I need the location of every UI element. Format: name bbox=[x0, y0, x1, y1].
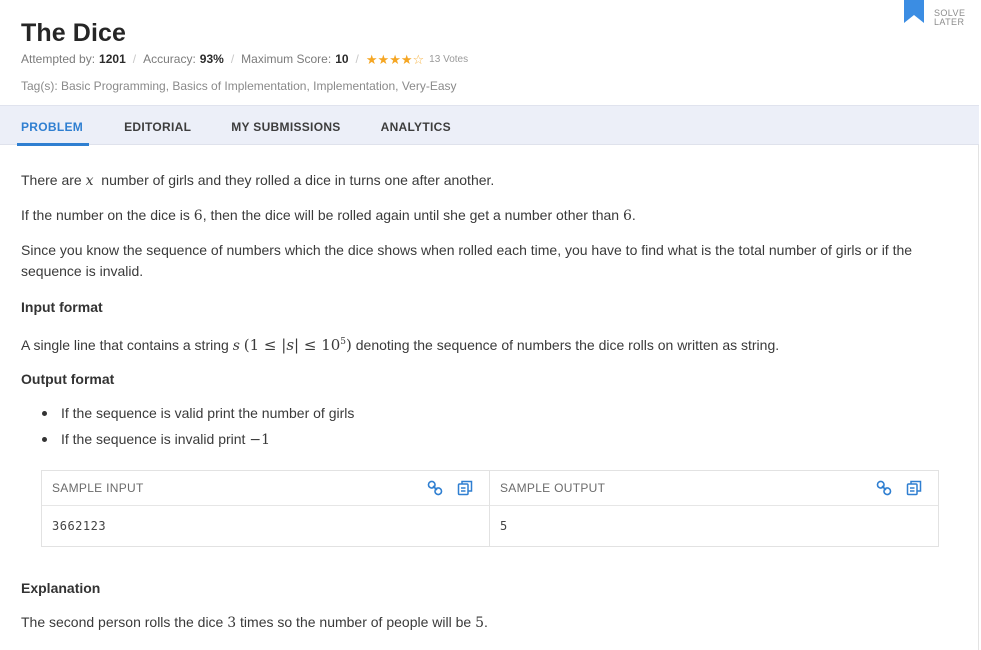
p2-math-num1: 6 bbox=[193, 208, 203, 224]
sample-header-row bbox=[42, 471, 938, 506]
tab-editorial[interactable]: EDITORIAL bbox=[124, 106, 191, 144]
copy-icon[interactable] bbox=[457, 480, 473, 496]
attempted-value: 1201 bbox=[99, 52, 126, 66]
explanation-text: The second person rolls the dice 3 times… bbox=[21, 612, 488, 634]
problem-tags: Tag(s): Basic Programming, Basics of Imp… bbox=[21, 79, 457, 93]
rating-stars[interactable]: ★ ★ ★ ★ ☆ bbox=[366, 53, 424, 66]
accuracy-value: 93% bbox=[199, 52, 224, 66]
votes-count: 13 Votes bbox=[429, 53, 469, 65]
tab-my-submissions[interactable]: MY SUBMISSIONS bbox=[231, 106, 340, 144]
attempted-label: Attempted by: bbox=[21, 52, 96, 66]
explanation-text-before: The second person rolls the dice bbox=[21, 614, 224, 630]
output-format-heading: Output format bbox=[21, 371, 115, 387]
bullet-1-text: If the sequence is valid print the numbe… bbox=[61, 405, 355, 421]
copy-icon[interactable] bbox=[906, 480, 922, 496]
sample-output-value: 5 bbox=[500, 519, 508, 533]
solve-later-button[interactable]: SOLVE LATER bbox=[934, 9, 974, 27]
sample-input-value: 3662123 bbox=[52, 519, 107, 533]
max-score-value: 10 bbox=[335, 52, 349, 66]
link-icon[interactable] bbox=[427, 480, 443, 496]
sample-io-table: SAMPLE INPUT SAMPLE OUTPUT 3662123 5 bbox=[41, 470, 939, 547]
list-item: If the sequence is valid print the numbe… bbox=[41, 403, 354, 429]
solve-later-line2: LATER bbox=[934, 17, 965, 27]
tab-problem[interactable]: PROBLEM bbox=[16, 106, 90, 146]
problem-title: The Dice bbox=[21, 19, 126, 47]
explanation-text-after: . bbox=[483, 614, 488, 630]
p2-text-mid: , then the dice will be rolled again unt… bbox=[202, 207, 620, 223]
tab-analytics[interactable]: ANALYTICS bbox=[381, 106, 451, 144]
explanation-math-num: 3 bbox=[227, 615, 237, 631]
explanation-text-mid: times so the number of people will be bbox=[240, 614, 472, 630]
p2-text-after: . bbox=[631, 207, 636, 223]
input-math-var: s bbox=[232, 338, 240, 354]
link-icon[interactable] bbox=[876, 480, 892, 496]
problem-meta: Attempted by: 1201 / Accuracy: 93% / Max… bbox=[21, 52, 468, 66]
column-divider bbox=[489, 471, 490, 546]
bullet-2-text: If the sequence is invalid print bbox=[61, 431, 246, 447]
max-score-label: Maximum Score: bbox=[241, 52, 332, 66]
sample-input-label: SAMPLE INPUT bbox=[52, 481, 144, 495]
accuracy-label: Accuracy: bbox=[143, 52, 196, 66]
input-constraint-close: ) bbox=[346, 336, 352, 354]
input-format-text: A single line that contains a string s (… bbox=[21, 332, 779, 357]
star-filled-icon[interactable]: ★ bbox=[378, 53, 390, 66]
p1-text-before: There are bbox=[21, 172, 82, 188]
statement-paragraph-3: Since you know the sequence of numbers w… bbox=[21, 242, 913, 279]
problem-tabs: PROBLEM EDITORIAL MY SUBMISSIONS ANALYTI… bbox=[0, 105, 979, 146]
statement-paragraph-2: If the number on the dice is 6, then the… bbox=[21, 205, 636, 227]
input-constraint-left: (1 ≤ | bbox=[243, 336, 287, 354]
statement-paragraph-1: There are x number of girls and they rol… bbox=[21, 170, 494, 192]
bullet-2-math: −1 bbox=[249, 432, 270, 448]
p2-text-before: If the number on the dice is bbox=[21, 207, 190, 223]
problem-header: The Dice Attempted by: 1201 / Accuracy: … bbox=[0, 0, 979, 105]
input-format-heading: Input format bbox=[21, 299, 103, 315]
star-empty-icon[interactable]: ☆ bbox=[413, 53, 425, 66]
input-text-before: A single line that contains a string bbox=[21, 337, 229, 353]
star-filled-icon[interactable]: ★ bbox=[389, 53, 401, 66]
meta-separator: / bbox=[230, 52, 235, 66]
explanation-heading: Explanation bbox=[21, 580, 101, 596]
explanation-math-num2: 5 bbox=[475, 615, 484, 631]
star-filled-icon[interactable]: ★ bbox=[366, 53, 378, 66]
input-constraint-right: | ≤ 10 bbox=[294, 336, 341, 354]
meta-separator: / bbox=[355, 52, 359, 66]
list-item: If the sequence is invalid print −1 bbox=[41, 429, 354, 455]
input-constraint-var: s bbox=[286, 336, 295, 354]
output-format-list: If the sequence is valid print the numbe… bbox=[41, 403, 354, 455]
meta-separator: / bbox=[132, 52, 137, 66]
input-text-after: denoting the sequence of numbers the dic… bbox=[355, 337, 780, 353]
p2-math-num2: 6 bbox=[622, 208, 632, 224]
p1-text-after: number of girls and they rolled a dice i… bbox=[101, 172, 495, 188]
bookmark-icon[interactable] bbox=[904, 0, 924, 23]
sample-output-label: SAMPLE OUTPUT bbox=[500, 481, 606, 495]
star-filled-icon[interactable]: ★ bbox=[401, 53, 413, 66]
p1-math-var: x bbox=[85, 173, 94, 189]
